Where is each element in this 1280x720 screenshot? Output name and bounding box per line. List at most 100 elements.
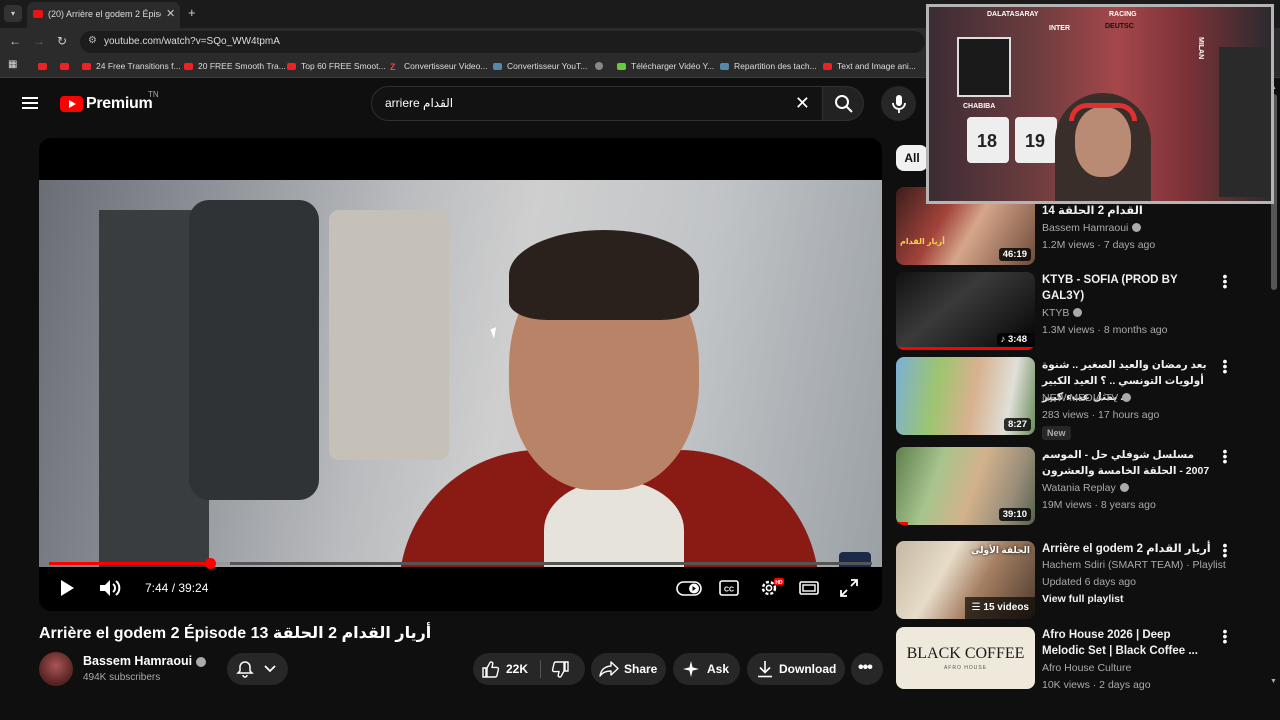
- video-thumbnail[interactable]: ♪ 3:48: [896, 272, 1035, 350]
- tab-title: (20) Arrière el godem 2 Épisode: [48, 9, 161, 19]
- bookmark-4[interactable]: 20 FREE Smooth Tra...: [184, 61, 286, 71]
- playlist-thumbnail[interactable]: الحلقة الأولى ☰ 15 videos: [896, 541, 1035, 619]
- channel-name[interactable]: KTYB: [1042, 307, 1083, 319]
- autoplay-toggle-icon[interactable]: [676, 581, 702, 596]
- video-frame[interactable]: [39, 180, 882, 567]
- ask-button[interactable]: Ask: [673, 653, 740, 685]
- volume-icon[interactable]: [99, 579, 121, 597]
- chip-all[interactable]: All: [896, 145, 928, 171]
- verified-badge-icon: [196, 657, 206, 667]
- close-tab-icon[interactable]: ✕: [166, 7, 175, 20]
- apps-grid-icon[interactable]: ▦: [8, 59, 17, 70]
- voice-search-button[interactable]: [881, 86, 916, 121]
- video-title[interactable]: مسلسل شوفلي حل - الموسم 2007 - الحلقة ال…: [1042, 447, 1212, 479]
- more-vert-icon[interactable]: • • •: [1220, 538, 1230, 562]
- fullscreen-icon[interactable]: [840, 579, 858, 597]
- dislike-icon[interactable]: [551, 661, 569, 679]
- video-meta: 1.3M views · 8 months ago: [1042, 324, 1168, 336]
- address-bar[interactable]: ⚙ youtube.com/watch?v=SQo_WW4tpmA: [80, 31, 925, 53]
- video-title[interactable]: القدام 2 الحلقة 14: [1042, 203, 1212, 219]
- url-text: youtube.com/watch?v=SQo_WW4tpmA: [104, 36, 280, 47]
- bookmark-6[interactable]: Z Convertisseur Video...: [390, 61, 487, 72]
- playlist-owner[interactable]: Hachem Sdiri (SMART TEAM) · Playlist: [1042, 559, 1226, 571]
- channel-name[interactable]: Watania Replay: [1042, 482, 1129, 494]
- bookmark-1[interactable]: [38, 61, 52, 71]
- progress-bar[interactable]: [49, 558, 872, 569]
- new-tab-icon[interactable]: +: [188, 5, 196, 20]
- video-meta: 283 views · 17 hours ago: [1042, 409, 1160, 421]
- tab-search-button[interactable]: ▾: [4, 5, 22, 22]
- settings-icon[interactable]: HD: [759, 578, 785, 598]
- scroll-down-icon[interactable]: ▼: [1270, 678, 1277, 685]
- more-vert-icon[interactable]: • • •: [1220, 269, 1230, 293]
- bookmark-2[interactable]: [60, 61, 74, 71]
- search-button[interactable]: [823, 86, 864, 121]
- video-player[interactable]: 7:44 / 39:24 CC HD: [39, 138, 882, 611]
- verified-badge-icon: [1119, 483, 1129, 492]
- view-full-playlist-link[interactable]: View full playlist: [1042, 593, 1124, 605]
- channel-avatar[interactable]: [39, 652, 73, 686]
- share-label: Share: [624, 662, 658, 676]
- verified-badge-icon: [1122, 393, 1132, 402]
- ask-label: Ask: [707, 662, 730, 676]
- share-icon: [599, 661, 619, 677]
- video-thumbnail[interactable]: BLACK COFFEE AFRO HOUSE: [896, 627, 1035, 689]
- bookmark-7[interactable]: Convertisseur YouT...: [493, 61, 587, 71]
- bookmark-8[interactable]: [595, 61, 608, 71]
- video-thumbnail[interactable]: 39:10: [896, 447, 1035, 525]
- channel-name[interactable]: NEW MEDIA TV: [1042, 392, 1132, 404]
- search-icon: [835, 95, 853, 113]
- playlist-count: ☰ 15 videos: [971, 602, 1029, 613]
- mic-icon: [892, 95, 906, 113]
- forward-icon[interactable]: →: [33, 34, 45, 48]
- like-dislike-group: 22K: [473, 653, 585, 685]
- more-vert-icon[interactable]: • • •: [1220, 354, 1230, 378]
- menu-icon[interactable]: [22, 97, 38, 109]
- notifications-button[interactable]: [227, 653, 288, 685]
- jersey-19: 19: [1015, 117, 1057, 163]
- video-title[interactable]: Afro House 2026 | Deep Melodic Set | Bla…: [1042, 627, 1212, 659]
- search-input[interactable]: arriere القدام ✕: [371, 86, 823, 121]
- download-button[interactable]: Download: [747, 653, 845, 685]
- bookmark-5[interactable]: Top 60 FREE Smoot...: [287, 61, 386, 71]
- captions-icon[interactable]: CC: [719, 580, 739, 596]
- thumbnail-subtext: AFRO HOUSE: [943, 665, 988, 671]
- scrubber-handle[interactable]: [205, 558, 217, 569]
- like-icon[interactable]: [482, 660, 500, 678]
- watched-progress: [896, 522, 908, 525]
- channel-name[interactable]: Bassem Hamraoui: [1042, 222, 1142, 234]
- video-thumbnail[interactable]: 8:27: [896, 357, 1035, 435]
- more-vert-icon[interactable]: • • •: [1220, 444, 1230, 468]
- time-display: 7:44 / 39:24: [145, 581, 209, 595]
- bell-icon: [236, 661, 254, 678]
- video-meta: 19M views · 8 years ago: [1042, 499, 1156, 511]
- more-vert-icon[interactable]: • • •: [1220, 624, 1230, 648]
- video-title[interactable]: KTYB - SOFIA (PROD BY GAL3Y): [1042, 272, 1212, 304]
- bookmark-9[interactable]: Télécharger Vidéo Y...: [617, 61, 714, 71]
- download-label: Download: [779, 662, 837, 676]
- youtube-icon: [38, 63, 47, 70]
- playlist-title[interactable]: Arrière el godem 2 أريار القدام: [1042, 541, 1212, 557]
- channel-name[interactable]: Bassem Hamraoui: [83, 654, 192, 668]
- webcam-overlay: 18 19 DALATASARAY DEUTSC INTER CHABIBA R…: [926, 4, 1274, 204]
- bookmark-11[interactable]: Text and Image ani...: [823, 61, 916, 71]
- mouse-cursor-icon: [490, 327, 500, 339]
- bookmark-10[interactable]: Repartition des tach...: [720, 61, 817, 71]
- youtube-icon: [287, 63, 296, 70]
- verified-badge-icon: [1132, 223, 1142, 232]
- share-button[interactable]: Share: [591, 653, 666, 685]
- channel-name[interactable]: Afro House Culture: [1042, 662, 1131, 674]
- bookmark-3[interactable]: 24 Free Transitions f...: [82, 61, 181, 71]
- more-actions-button[interactable]: •••: [851, 653, 883, 685]
- like-count[interactable]: 22K: [506, 662, 528, 676]
- reload-icon[interactable]: ↻: [57, 34, 67, 48]
- back-icon[interactable]: ←: [9, 34, 21, 48]
- play-icon[interactable]: [59, 579, 75, 597]
- site-info-icon[interactable]: ⚙: [88, 35, 97, 46]
- chevron-down-icon: [264, 665, 276, 673]
- youtube-favicon-icon: [33, 10, 43, 18]
- browser-tab-active[interactable]: (20) Arrière el godem 2 Épisode ✕: [27, 2, 180, 28]
- clear-search-icon[interactable]: ✕: [795, 93, 810, 114]
- theater-mode-icon[interactable]: [799, 580, 819, 596]
- download-icon: [617, 63, 626, 70]
